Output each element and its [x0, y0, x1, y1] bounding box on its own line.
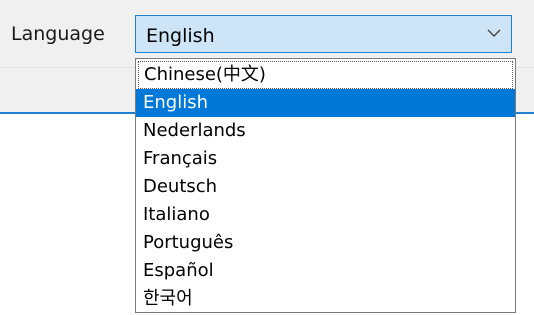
language-option-korean[interactable]: 한국어 — [136, 285, 515, 313]
language-select-value: English — [146, 25, 215, 47]
language-label: Language — [11, 23, 105, 45]
language-option-spanish[interactable]: Español — [136, 257, 515, 285]
chevron-down-icon — [487, 29, 501, 37]
language-option-english[interactable]: English — [136, 89, 515, 117]
language-option-portuguese[interactable]: Português — [136, 229, 515, 257]
language-select[interactable]: English — [135, 15, 512, 53]
language-dropdown-list: Chinese(中文) English Nederlands Français … — [135, 58, 516, 313]
language-option-german[interactable]: Deutsch — [136, 173, 515, 201]
language-option-italian[interactable]: Italiano — [136, 201, 515, 229]
language-option-dutch[interactable]: Nederlands — [136, 117, 515, 145]
language-settings-panel: Language English Chinese(中文) English Ned… — [0, 0, 534, 315]
language-option-french[interactable]: Français — [136, 145, 515, 173]
language-option-chinese[interactable]: Chinese(中文) — [138, 61, 513, 89]
